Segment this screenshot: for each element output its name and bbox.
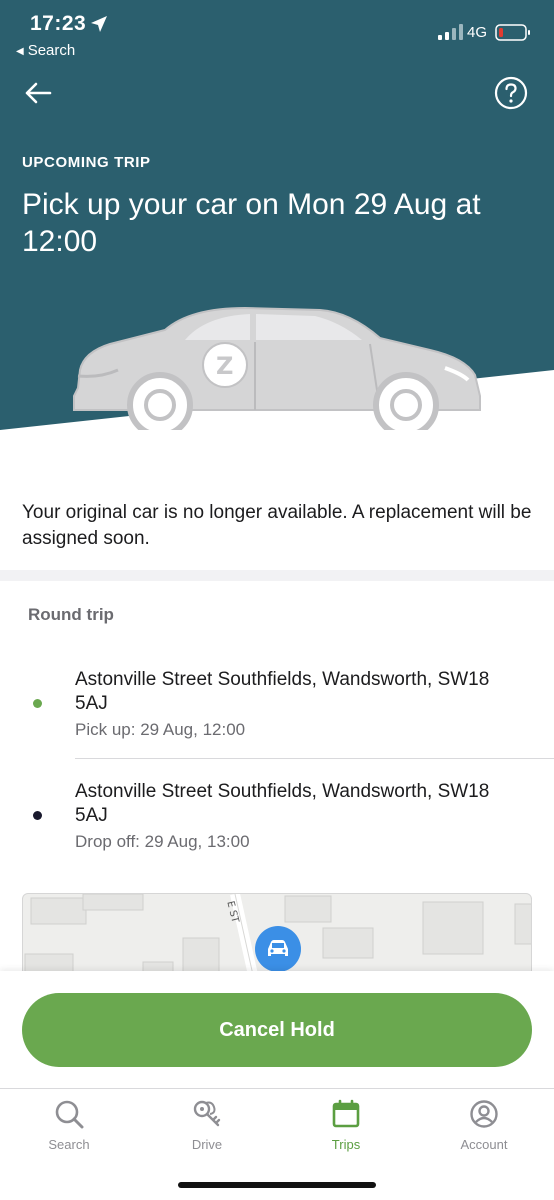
network-type: 4G xyxy=(467,24,488,41)
dropoff-dot-icon xyxy=(33,811,42,820)
trip-header: 17:23 ◀ Search 4G UPCOMING TRIP Pick up y… xyxy=(0,0,554,430)
location-arrow-icon xyxy=(91,16,107,32)
pickup-time: Pick up: 29 Aug, 12:00 xyxy=(75,720,246,739)
trip-kicker: UPCOMING TRIP xyxy=(22,154,151,171)
car-illustration: Z xyxy=(73,306,481,430)
battery-low-icon xyxy=(495,24,530,41)
pickup-dot-icon xyxy=(33,699,42,708)
back-app-label: Search xyxy=(27,42,76,59)
dropoff-time: Drop off: 29 Aug, 13:00 xyxy=(75,832,250,851)
tab-trips-label: Trips xyxy=(331,1137,361,1152)
tab-drive[interactable]: Drive xyxy=(152,1099,262,1163)
help-icon[interactable] xyxy=(494,76,528,110)
tab-account-label: Account xyxy=(460,1137,508,1152)
page-title: Pick up your car on Mon 29 Aug at 12:00 xyxy=(22,188,481,258)
home-indicator[interactable] xyxy=(178,1182,376,1188)
tab-trips[interactable]: Trips xyxy=(291,1099,401,1163)
action-sheet: Cancel Hold xyxy=(0,971,554,1088)
back-arrow-icon[interactable] xyxy=(20,76,56,112)
tab-account[interactable]: Account xyxy=(429,1099,539,1163)
car-location-pin[interactable] xyxy=(255,926,301,972)
keys-icon xyxy=(193,1100,221,1127)
back-to-app-link[interactable]: ◀ Search xyxy=(16,42,75,59)
location-map[interactable]: E ST xyxy=(22,893,532,983)
stop-separator xyxy=(75,758,554,759)
back-triangle-icon: ◀ xyxy=(16,46,24,57)
search-icon xyxy=(55,1100,84,1129)
tab-search-label: Search xyxy=(48,1137,90,1152)
replacement-notice: Your original car is no longer available… xyxy=(22,502,532,549)
section-divider xyxy=(0,570,554,581)
cancel-hold-button[interactable]: Cancel Hold xyxy=(22,993,532,1067)
account-icon xyxy=(470,1100,498,1128)
car-icon xyxy=(268,940,288,956)
signal-icon xyxy=(438,24,463,40)
tab-drive-label: Drive xyxy=(191,1137,223,1152)
tab-search[interactable]: Search xyxy=(14,1099,124,1163)
trip-type-label: Round trip xyxy=(28,605,114,624)
dropoff-address: Astonville Street Southfields, Wandswort… xyxy=(75,781,490,826)
status-time: 17:23 xyxy=(30,12,87,35)
svg-text:Z: Z xyxy=(216,352,233,380)
pickup-address: Astonville Street Southfields, Wandswort… xyxy=(75,669,490,714)
calendar-icon xyxy=(332,1099,360,1128)
